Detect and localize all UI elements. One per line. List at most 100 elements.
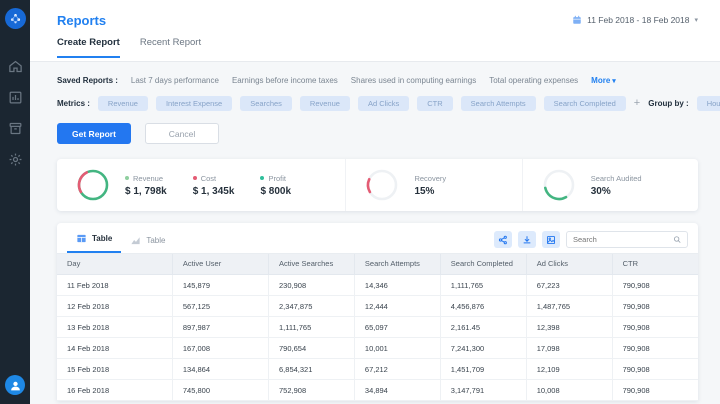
column-header[interactable]: Active User: [172, 254, 268, 275]
metric-chip[interactable]: Ad Clicks: [358, 96, 409, 111]
recovery-value: 15%: [414, 186, 446, 197]
revenue-donut-chart: [75, 167, 111, 203]
table-row[interactable]: 13 Feb 2018897,9871,111,76565,0972,161.4…: [57, 317, 698, 338]
metrics-label: Metrics :: [57, 99, 90, 108]
report-table: DayActive UserActive SearchesSearch Atte…: [57, 254, 698, 401]
search-audited-kpi-section: Search Audited 30%: [522, 159, 698, 211]
column-header[interactable]: Search Attempts: [354, 254, 440, 275]
column-header[interactable]: Search Completed: [440, 254, 526, 275]
kpi-legend-item: Revenue$ 1, 798k: [125, 174, 167, 197]
view-tab-table[interactable]: Table: [67, 233, 121, 253]
column-header[interactable]: Day: [57, 254, 172, 275]
table-row[interactable]: 14 Feb 2018167,008790,65410,0017,241,300…: [57, 338, 698, 359]
table-row[interactable]: 11 Feb 2018145,879230,90814,3461,111,765…: [57, 275, 698, 296]
table-search-input[interactable]: [573, 235, 673, 244]
table-cell: 1,451,709: [440, 359, 526, 380]
saved-report-link[interactable]: Last 7 days performance: [131, 76, 219, 85]
get-report-button[interactable]: Get Report: [57, 123, 131, 144]
calendar-icon: [572, 15, 582, 25]
column-header[interactable]: Ad Clicks: [526, 254, 612, 275]
more-label: More: [591, 76, 610, 85]
table-row[interactable]: 12 Feb 2018567,1252,347,87512,4444,456,8…: [57, 296, 698, 317]
table-toolbar: Table Table: [57, 223, 698, 254]
report-tabs: Create Report Recent Report: [57, 37, 700, 58]
metric-chip[interactable]: Revenue: [98, 96, 148, 111]
home-icon[interactable]: [8, 59, 23, 74]
kpi-summary-card: Revenue$ 1, 798kCost$ 1, 345kProfit$ 800…: [57, 159, 698, 211]
cancel-button[interactable]: Cancel: [145, 123, 219, 144]
table-cell: 134,864: [172, 359, 268, 380]
table-cell: 12,109: [526, 359, 612, 380]
table-cell: 12,444: [354, 296, 440, 317]
table-cell: 790,654: [269, 338, 355, 359]
table-cell: 12,398: [526, 317, 612, 338]
reports-app: Reports 11 Feb 2018 - 18 Feb 2018 ▾ Crea…: [0, 0, 720, 404]
table-cell: 1,111,765: [269, 317, 355, 338]
table-cell: 145,879: [172, 275, 268, 296]
table-row[interactable]: 15 Feb 2018134,8646,854,32167,2121,451,7…: [57, 359, 698, 380]
chart-icon: [130, 235, 141, 246]
table-icon: [76, 233, 87, 244]
table-cell: 6,854,321: [269, 359, 355, 380]
more-link[interactable]: More▾: [591, 76, 616, 85]
metric-chip[interactable]: Search Attempts: [461, 96, 536, 111]
recovery-donut-chart: [364, 167, 400, 203]
share-button[interactable]: [494, 231, 512, 248]
export-image-icon: [546, 235, 556, 245]
tab-recent-report[interactable]: Recent Report: [140, 37, 201, 58]
analytics-icon[interactable]: [8, 90, 23, 105]
kpi-legend-value: $ 800k: [260, 186, 291, 197]
settings-gear-icon[interactable]: [8, 152, 23, 167]
view-tab-chart[interactable]: Table: [121, 235, 174, 253]
tab-create-report[interactable]: Create Report: [57, 37, 120, 58]
export-image-button[interactable]: [542, 231, 560, 248]
table-cell: 14 Feb 2018: [57, 338, 172, 359]
table-cell: 67,223: [526, 275, 612, 296]
chevron-down-icon: ▾: [612, 77, 616, 85]
date-range-picker[interactable]: 11 Feb 2018 - 18 Feb 2018 ▾: [572, 15, 698, 25]
saved-reports-row: Saved Reports : Last 7 days performance E…: [57, 76, 698, 85]
table-row[interactable]: 16 Feb 2018745,800752,90834,8943,147,791…: [57, 380, 698, 401]
saved-reports-list: Last 7 days performance Earnings before i…: [131, 76, 578, 85]
table-cell: 230,908: [269, 275, 355, 296]
report-table-card: Table Table: [57, 223, 698, 401]
group-by-chip[interactable]: Hour: [697, 96, 720, 111]
saved-report-link[interactable]: Shares used in computing earnings: [351, 76, 476, 85]
table-cell: 790,908: [612, 380, 698, 401]
table-cell: 790,908: [612, 296, 698, 317]
metric-chip[interactable]: Revenue: [300, 96, 350, 111]
share-icon: [498, 235, 508, 245]
table-cell: 752,908: [269, 380, 355, 401]
search-audited-donut-chart: [541, 167, 577, 203]
metric-chip[interactable]: Searches: [240, 96, 292, 111]
metric-chip[interactable]: Interest Expense: [156, 96, 232, 111]
download-button[interactable]: [518, 231, 536, 248]
table-search: [566, 231, 688, 248]
table-header-row: DayActive UserActive SearchesSearch Atte…: [57, 254, 698, 275]
revenue-kpi-section: Revenue$ 1, 798kCost$ 1, 345kProfit$ 800…: [57, 159, 345, 211]
person-icon: [9, 379, 22, 392]
archive-icon[interactable]: [8, 121, 23, 136]
table-cell: 34,894: [354, 380, 440, 401]
table-cell: 16 Feb 2018: [57, 380, 172, 401]
app-logo[interactable]: [5, 8, 26, 29]
saved-report-link[interactable]: Earnings before income taxes: [232, 76, 338, 85]
table-cell: 11 Feb 2018: [57, 275, 172, 296]
table-cell: 10,008: [526, 380, 612, 401]
column-header[interactable]: CTR: [612, 254, 698, 275]
search-icon: [673, 235, 681, 244]
add-metric-icon[interactable]: +: [634, 98, 640, 109]
user-avatar[interactable]: [5, 375, 25, 395]
kpi-legend-label: Profit: [260, 174, 291, 183]
saved-report-link[interactable]: Total operating expenses: [489, 76, 578, 85]
metric-chip[interactable]: Search Completed: [544, 96, 626, 111]
table-cell: 67,212: [354, 359, 440, 380]
legend-dot-icon: [193, 176, 197, 180]
saved-reports-label: Saved Reports :: [57, 76, 118, 85]
group-by-label: Group by :: [648, 99, 688, 108]
column-header[interactable]: Active Searches: [269, 254, 355, 275]
metrics-row: Metrics : Revenue Interest Expense Searche…: [57, 96, 698, 111]
metric-chip[interactable]: CTR: [417, 96, 452, 111]
table-cell: 15 Feb 2018: [57, 359, 172, 380]
table-cell: 790,908: [612, 317, 698, 338]
